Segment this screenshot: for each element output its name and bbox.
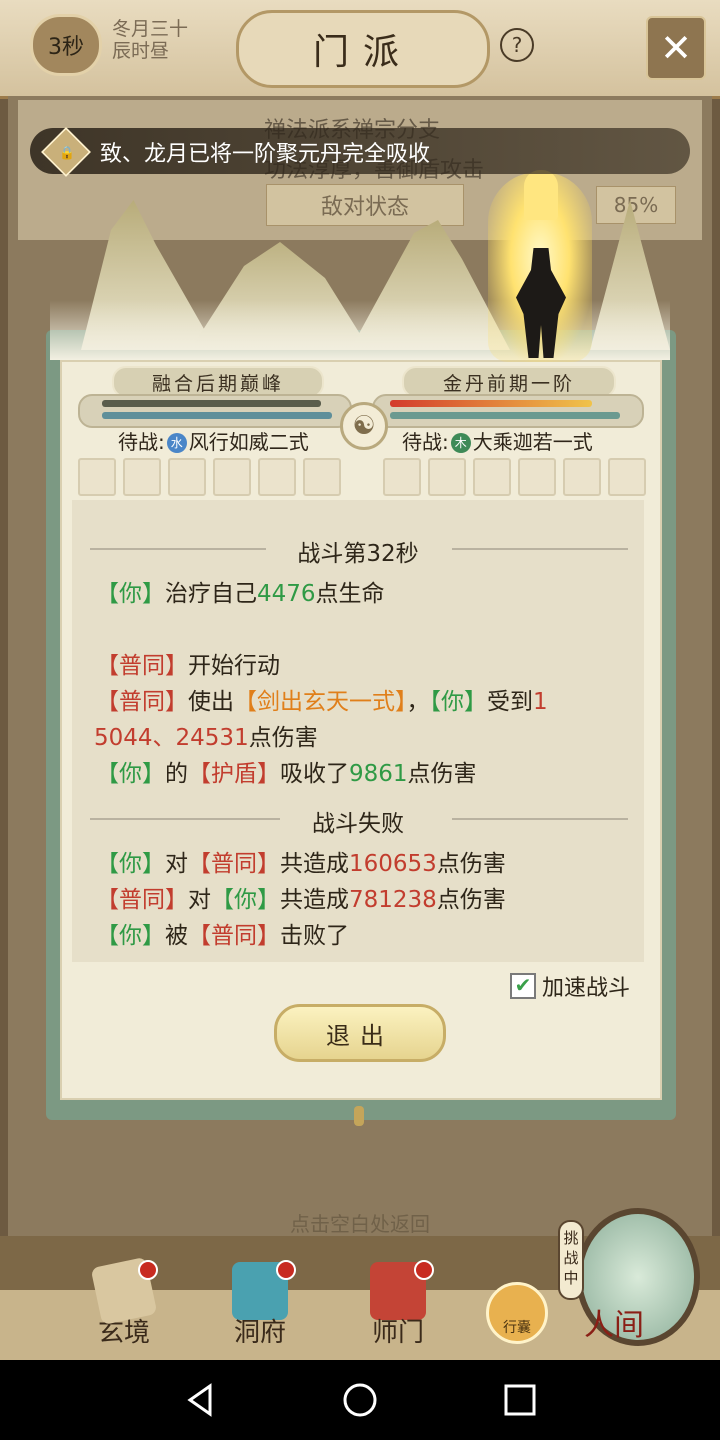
buff-slot — [383, 458, 421, 496]
waiting-label: 待战: — [402, 430, 449, 454]
home-icon[interactable] — [340, 1380, 380, 1420]
golden-bell-top — [524, 170, 558, 220]
buff-slot — [303, 458, 341, 496]
skill-name: 大乘迦若一式 — [472, 430, 593, 454]
waiting-label: 待战: — [118, 430, 165, 454]
enemy-waiting-skill: 待战: 木大乘迦若一式 — [402, 426, 593, 455]
notification-dot — [138, 1260, 158, 1280]
buff-slot — [168, 458, 206, 496]
battle-log: 战斗第32秒 【你】治疗自己4476点生命 【普同】开始行动 【普同】使出【剑出… — [72, 500, 644, 962]
buff-slot — [518, 458, 556, 496]
time-line: 辰时昼 — [112, 40, 170, 62]
buff-slot — [608, 458, 646, 496]
notification-dot — [276, 1260, 296, 1280]
notice-text: 致、龙月已将一阶聚元丹完全吸收 — [100, 142, 431, 167]
system-nav-bar — [0, 1360, 720, 1440]
battle-result: 战斗失败 — [312, 811, 404, 837]
nav-label: 洞府 — [233, 1318, 286, 1348]
page-title: 门派 — [236, 10, 490, 88]
log-line: 【你】被【普同】击败了 — [96, 923, 349, 949]
player-bars — [78, 394, 352, 428]
player-hp-bar — [102, 400, 321, 407]
water-element-icon: 水 — [166, 433, 187, 453]
bag-button[interactable]: 行囊 — [486, 1282, 548, 1344]
buff-slot — [428, 458, 466, 496]
back-icon[interactable] — [180, 1380, 220, 1420]
help-icon[interactable]: ? — [500, 28, 534, 62]
close-button[interactable]: ✕ — [646, 16, 706, 80]
player-waiting-skill: 待战: 水风行如威二式 — [118, 426, 309, 455]
log-line: 【普同】开始行动 — [96, 653, 280, 679]
enemy-bars — [372, 394, 644, 428]
enemy-mp-bar — [390, 412, 620, 419]
challenge-status-tag: 挑战中 — [558, 1220, 584, 1300]
player-mp-bar — [102, 412, 332, 419]
speed-up-toggle[interactable]: ✔ 加速战斗 — [510, 970, 630, 1002]
log-line: 【你】治疗自己4476点生命 — [96, 581, 385, 607]
log-line: 【普同】使出【剑出玄天一式】，【你】受到1 — [96, 689, 548, 715]
notice-banner: 🔒 致、龙月已将一阶聚元丹完全吸收 — [30, 127, 690, 177]
skill-name: 风行如威二式 — [188, 430, 309, 454]
recent-apps-icon[interactable] — [500, 1380, 540, 1420]
nav-label: 师门 — [371, 1318, 424, 1348]
world-label: 人间 — [584, 1308, 644, 1343]
buff-slot — [473, 458, 511, 496]
yin-yang-icon: ☯ — [340, 402, 388, 450]
log-line: 【普同】对【你】共造成781238点伤害 — [96, 887, 506, 913]
countdown-timer: 3秒 — [30, 14, 102, 76]
buff-slot — [213, 458, 251, 496]
buff-slot — [78, 458, 116, 496]
buff-slot — [258, 458, 296, 496]
battle-time-heading: 战斗第32秒 — [297, 541, 419, 567]
log-line: 【你】对【普同】共造成160653点伤害 — [96, 851, 506, 877]
enemy-hp-bar — [390, 400, 592, 407]
date-line: 冬月三十 — [112, 18, 189, 40]
lock-icon: 🔒 — [41, 127, 91, 177]
wood-element-icon: 木 — [450, 433, 471, 453]
buff-slot — [123, 458, 161, 496]
buff-slot — [563, 458, 601, 496]
log-line: 【你】的【护盾】吸收了9861点伤害 — [96, 761, 477, 787]
game-date: 冬月三十 辰时昼 — [112, 18, 188, 62]
nav-item-xuanjing[interactable]: 玄境 — [76, 1256, 172, 1352]
dialog-pin-ornament — [354, 1106, 364, 1126]
exit-button[interactable]: 退出 — [274, 1004, 446, 1062]
log-line: 5044、24531点伤害 — [94, 725, 318, 751]
checkbox-checked-icon[interactable]: ✔ — [510, 973, 536, 999]
notification-dot — [414, 1260, 434, 1280]
speed-up-label: 加速战斗 — [542, 976, 631, 1001]
